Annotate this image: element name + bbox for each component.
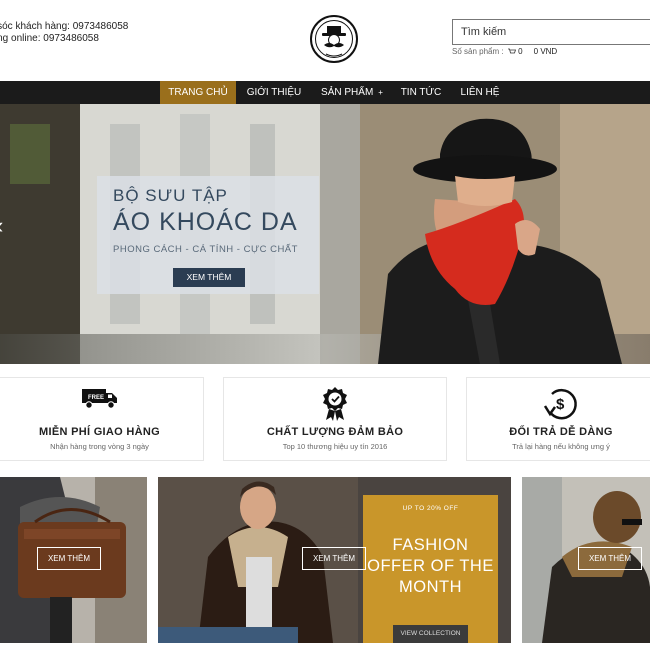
cart-count: 0 [518,47,523,56]
free-badge-text: FREE [88,395,104,401]
offer-title-line: FASHION [392,536,469,554]
offer-title-line: MONTH [399,578,462,596]
hero-title: ÁO KHOÁC DA [113,208,298,236]
offer-discount: UP TO 20% OFF [402,505,459,512]
feature-title: MIỄN PHÍ GIAO HÀNG [39,426,160,438]
hero-slider[interactable]: BỘ SƯU TẬP ÁO KHOÁC DA PHONG CÁCH - CÁ T… [0,104,650,364]
banner-center[interactable]: UP TO 20% OFF FASHION OFFER OF THE MONTH… [158,477,511,643]
truck-icon: FREE [81,389,117,409]
quality-badge-icon [323,387,347,421]
cart-summary[interactable]: Số sản phẩm : 0 0 VND [452,47,557,56]
dollar-return-icon: $ [543,388,577,420]
feature-title: CHẤT LƯỢNG ĐẢM BẢO [266,426,404,438]
offer-card: UP TO 20% OFF FASHION OFFER OF THE MONTH… [363,495,498,643]
header: m sóc khách hàng: 0973486058 hàng online… [0,0,650,80]
feature-subtitle: Nhận hàng trong vòng 3 ngày [50,442,149,451]
main-nav: TRANG CHỦ GIỚI THIỆU SẢN PHẨM + TIN TỨC L… [0,81,650,104]
nav-label: SẢN PHẨM [321,87,374,98]
cart-label: Số sản phẩm : [452,47,504,56]
banner-right[interactable]: XEM THÊM [522,477,650,643]
feature-title: ĐỔI TRẢ DỄ DÀNG [509,426,613,438]
feature-subtitle: Top 10 thương hiệu uy tín 2016 [282,442,388,451]
logo[interactable] [309,14,359,64]
chevron-left-icon[interactable]: ‹ [0,214,3,238]
nav-item-products[interactable]: SẢN PHẨM + [316,81,388,104]
plus-icon: + [378,88,383,97]
nav-item-home[interactable]: TRANG CHỦ [160,81,236,104]
nav-label: LIÊN HỆ [460,87,500,98]
search-input[interactable] [452,19,650,45]
cart-icon [507,48,516,54]
feature-subtitle: Trả lại hàng nếu không ưng ý [512,442,610,451]
banner-view-more-button[interactable]: XEM THÊM [578,547,642,570]
banner-left[interactable]: XEM THÊM [0,477,147,643]
nav-item-about[interactable]: GIỚI THIỆU [240,81,308,104]
nav-label: TIN TỨC [400,87,442,98]
feature-quality: CHẤT LƯỢNG ĐẢM BẢO Top 10 thương hiệu uy… [223,377,447,461]
nav-item-contact[interactable]: LIÊN HỆ [454,81,506,104]
cart-total: 0 VND [533,47,558,56]
feature-easy-return: $ ĐỔI TRẢ DỄ DÀNG Trả lại hàng nếu không… [466,377,650,461]
nav-item-news[interactable]: TIN TỨC [396,81,446,104]
contact-info: m sóc khách hàng: 0973486058 hàng online… [0,21,128,45]
offer-title-line: OFFER OF THE [367,557,494,575]
banner-view-more-button[interactable]: XEM THÊM [302,547,366,570]
hero-subtitle: BỘ SƯU TẬP [113,186,228,205]
hero-tagline: PHONG CÁCH - CÁ TÍNH - CỰC CHẤT [113,244,298,255]
svg-text:$: $ [556,396,565,413]
nav-label: GIỚI THIỆU [246,87,302,98]
hero-caption: BỘ SƯU TẬP ÁO KHOÁC DA PHONG CÁCH - CÁ T… [97,176,319,294]
hotline-text: m sóc khách hàng: 0973486058 [0,21,129,32]
hero-view-more-button[interactable]: XEM THÊM [173,268,245,287]
view-collection-button[interactable]: VIEW COLLECTION [393,625,468,643]
banner-view-more-button[interactable]: XEM THÊM [37,547,101,570]
online-text: hàng online: 0973486058 [0,33,99,44]
nav-label: TRANG CHỦ [168,87,228,98]
feature-free-shipping: FREE MIỄN PHÍ GIAO HÀNG Nhận hàng trong … [0,377,204,461]
offer-title: FASHION OFFER OF THE MONTH [363,535,498,598]
